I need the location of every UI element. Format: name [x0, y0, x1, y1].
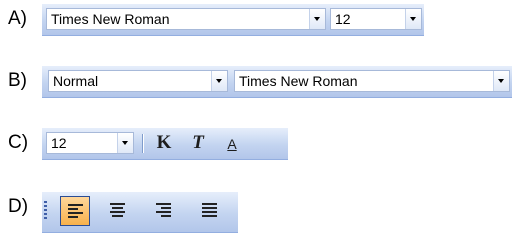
toolbar-separator	[142, 134, 143, 153]
chevron-down-icon[interactable]	[211, 71, 227, 91]
font-name-value: Times New Roman	[239, 73, 358, 89]
style-value: Normal	[53, 73, 99, 89]
align-right-button[interactable]	[152, 199, 176, 222]
row-label-a: A)	[8, 8, 27, 29]
chevron-down-icon[interactable]	[309, 9, 325, 29]
align-left-button[interactable]	[60, 196, 90, 226]
align-left-icon	[68, 204, 83, 218]
toolbar-a: Times New Roman 12	[42, 4, 424, 36]
font-size-value: 12	[51, 135, 67, 151]
font-name-combo[interactable]: Times New Roman	[234, 70, 510, 92]
chevron-down-icon[interactable]	[117, 133, 133, 153]
row-label-b: B)	[8, 70, 27, 91]
row-d: D)	[0, 192, 512, 233]
align-right-icon	[156, 203, 171, 217]
toolbar-grip[interactable]	[44, 201, 47, 220]
row-label-d: D)	[8, 196, 29, 217]
font-size-combo[interactable]: 12	[46, 132, 134, 154]
bold-icon: K	[156, 132, 172, 153]
italic-button[interactable]: T	[186, 132, 210, 155]
font-name-combo[interactable]: Times New Roman	[46, 8, 326, 30]
chevron-down-icon[interactable]	[405, 9, 421, 29]
toolbar-b: Normal Times New Roman	[42, 66, 512, 98]
toolbar-c: 12 K T A	[42, 128, 288, 160]
font-name-value: Times New Roman	[51, 11, 170, 27]
align-center-button[interactable]	[106, 199, 130, 222]
font-color-button[interactable]: A	[220, 132, 244, 155]
row-a: A) Times New Roman 12	[0, 4, 512, 36]
bold-button[interactable]: K	[152, 132, 176, 155]
italic-icon: T	[192, 132, 204, 153]
toolbar-d	[42, 192, 238, 233]
row-b: B) Normal Times New Roman	[0, 66, 512, 98]
row-label-c: C)	[8, 132, 29, 153]
style-combo[interactable]: Normal	[48, 70, 228, 92]
font-color-icon: A	[227, 136, 237, 152]
chevron-down-icon[interactable]	[493, 71, 509, 91]
font-size-value: 12	[335, 11, 351, 27]
justify-icon	[202, 203, 217, 217]
row-c: C) 12 K T A	[0, 128, 512, 160]
font-size-combo[interactable]: 12	[330, 8, 422, 30]
justify-button[interactable]	[198, 199, 222, 222]
align-center-icon	[110, 203, 125, 217]
